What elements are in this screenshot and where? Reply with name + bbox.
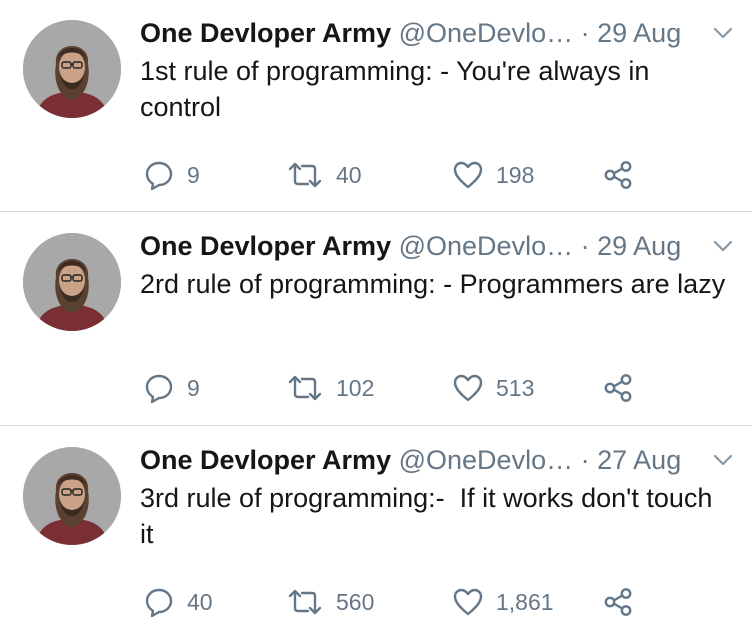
reply-icon: [145, 161, 173, 191]
tweet-header: One Devloper Army @OneDevlo… · 29 Aug: [140, 15, 740, 51]
tweet-text: 3rd rule of programming:- If it works do…: [140, 483, 720, 549]
tweet-actions: 40 560 1,861: [140, 584, 700, 620]
retweet-count: 560: [336, 589, 375, 615]
tweet-text: 2rd rule of programming: - Programmers a…: [140, 269, 726, 299]
like-count: 1,861: [496, 589, 554, 615]
separator-dot: ·: [580, 18, 590, 48]
tweet-feed: One Devloper Army @OneDevlo… · 29 Aug 1s…: [0, 0, 752, 637]
reply-count: 9: [187, 375, 200, 401]
chevron-down-icon[interactable]: [712, 24, 734, 42]
heart-icon: [453, 588, 483, 616]
author-handle[interactable]: @OneDevlo…: [399, 445, 573, 475]
tweet[interactable]: One Devloper Army @OneDevlo… · 29 Aug 2r…: [0, 213, 752, 426]
tweet[interactable]: One Devloper Army @OneDevlo… · 29 Aug 1s…: [0, 0, 752, 212]
heart-icon: [453, 374, 483, 402]
like-button[interactable]: 1,861: [452, 584, 554, 620]
share-button[interactable]: [602, 370, 634, 406]
author-handle[interactable]: @OneDevlo…: [399, 18, 573, 48]
reply-button[interactable]: 40: [143, 584, 213, 620]
like-button[interactable]: 198: [452, 157, 534, 193]
share-icon: [604, 588, 632, 616]
share-icon: [604, 161, 632, 189]
retweet-count: 102: [336, 375, 375, 401]
reply-icon: [145, 374, 173, 404]
like-button[interactable]: 513: [452, 370, 534, 406]
author-name[interactable]: One Devloper Army: [140, 231, 391, 261]
reply-button[interactable]: 9: [143, 370, 200, 406]
tweet[interactable]: One Devloper Army @OneDevlo… · 27 Aug 3r…: [0, 427, 752, 637]
avatar[interactable]: [23, 233, 121, 331]
retweet-button[interactable]: 102: [286, 370, 374, 406]
share-button[interactable]: [602, 584, 634, 620]
author-name[interactable]: One Devloper Army: [140, 445, 391, 475]
reply-count: 9: [187, 162, 200, 188]
reply-icon: [145, 588, 173, 618]
avatar[interactable]: [23, 447, 121, 545]
retweet-icon: [288, 375, 322, 401]
tweet-header: One Devloper Army @OneDevlo… · 27 Aug: [140, 442, 740, 478]
avatar-image: [23, 20, 121, 118]
tweet-header: One Devloper Army @OneDevlo… · 29 Aug: [140, 228, 740, 264]
author-handle[interactable]: @OneDevlo…: [399, 231, 573, 261]
tweet-date[interactable]: 29 Aug: [597, 18, 681, 48]
avatar-image: [23, 233, 121, 331]
avatar-image: [23, 447, 121, 545]
heart-icon: [453, 161, 483, 189]
tweet-actions: 9 40 198: [140, 157, 700, 193]
divider: [0, 211, 752, 212]
retweet-icon: [288, 162, 322, 188]
author-name[interactable]: One Devloper Army: [140, 18, 391, 48]
tweet-text: 1st rule of programming: - You're always…: [140, 56, 657, 122]
retweet-count: 40: [336, 162, 362, 188]
reply-count: 40: [187, 589, 213, 615]
separator-dot: ·: [580, 445, 590, 475]
tweet-date[interactable]: 27 Aug: [597, 445, 681, 475]
chevron-down-icon[interactable]: [712, 237, 734, 255]
tweet-actions: 9 102 513: [140, 370, 700, 406]
retweet-icon: [288, 589, 322, 615]
separator-dot: ·: [580, 231, 590, 261]
share-button[interactable]: [602, 157, 634, 193]
reply-button[interactable]: 9: [143, 157, 200, 193]
divider: [0, 425, 752, 426]
retweet-button[interactable]: 560: [286, 584, 374, 620]
tweet-date[interactable]: 29 Aug: [597, 231, 681, 261]
chevron-down-icon[interactable]: [712, 451, 734, 469]
like-count: 513: [496, 375, 535, 401]
like-count: 198: [496, 162, 535, 188]
retweet-button[interactable]: 40: [286, 157, 362, 193]
share-icon: [604, 374, 632, 402]
avatar[interactable]: [23, 20, 121, 118]
